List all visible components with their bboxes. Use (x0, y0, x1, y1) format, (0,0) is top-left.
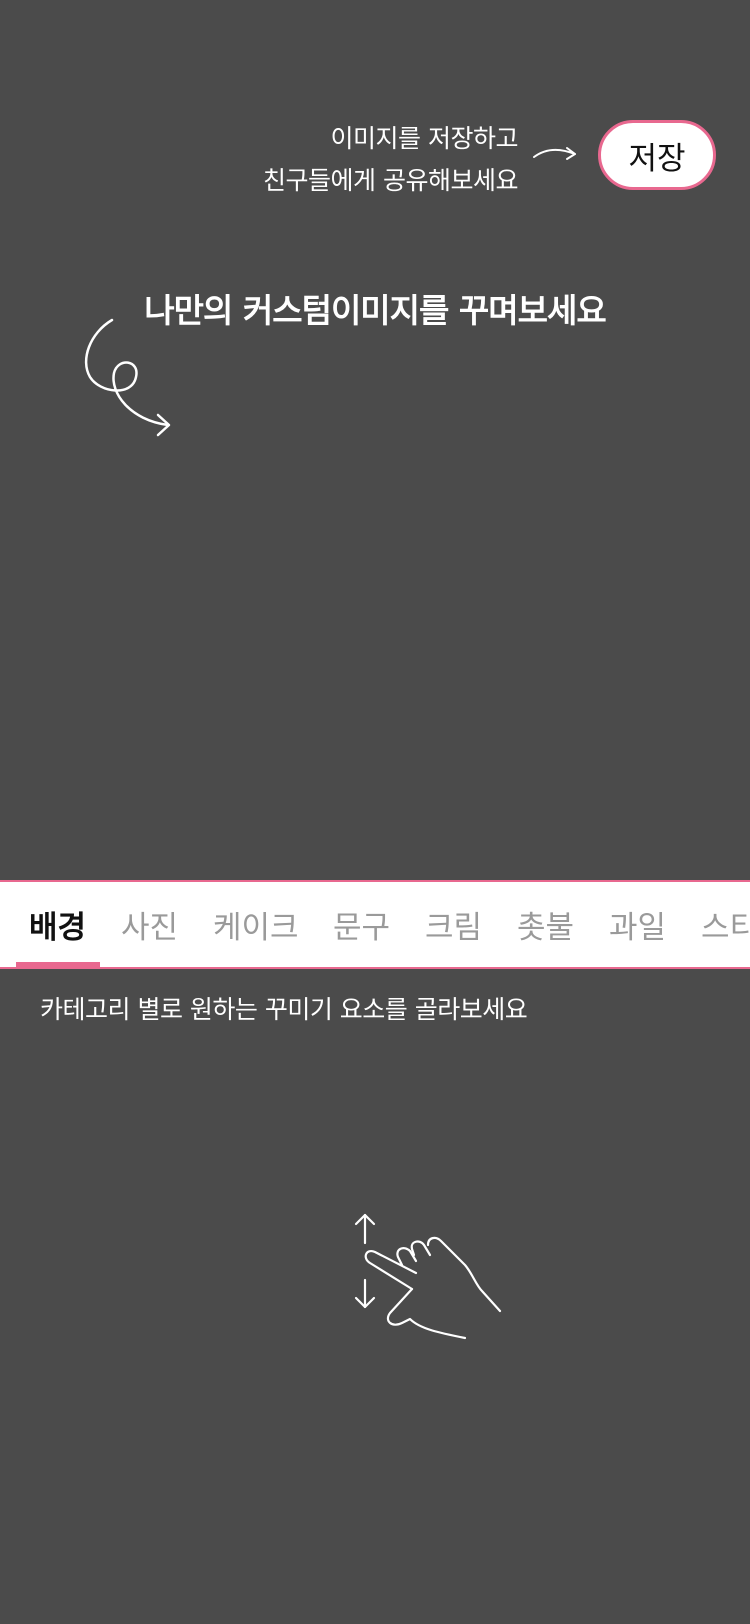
save-hint-line2: 친구들에게 공유해보세요 (263, 166, 518, 195)
arrow-right-icon (533, 147, 576, 160)
hand-swipe-icon (354, 1213, 502, 1340)
save-hint: 이미지를 저장하고 친구들에게 공유해보세요 (200, 118, 518, 202)
tab-fruit[interactable]: 과일 (609, 882, 666, 967)
category-tab-bar: 배경 사진 케이크 문구 크림 촛불 과일 스티 (0, 880, 750, 969)
save-button[interactable]: 저장 (598, 120, 716, 190)
tab-sticker[interactable]: 스티 (701, 882, 750, 967)
tab-background[interactable]: 배경 (29, 882, 86, 967)
active-tab-indicator (16, 962, 100, 967)
tab-candle[interactable]: 촛불 (517, 882, 574, 967)
tab-phrase[interactable]: 문구 (333, 882, 390, 967)
category-hint: 카테고리 별로 원하는 꾸미기 요소를 골라보세요 (40, 995, 528, 1024)
curly-arrow-icon (84, 318, 171, 437)
tab-photo[interactable]: 사진 (121, 882, 178, 967)
save-hint-line1: 이미지를 저장하고 (330, 124, 519, 153)
tab-cream[interactable]: 크림 (425, 882, 482, 967)
tab-cake[interactable]: 케이크 (213, 882, 299, 967)
